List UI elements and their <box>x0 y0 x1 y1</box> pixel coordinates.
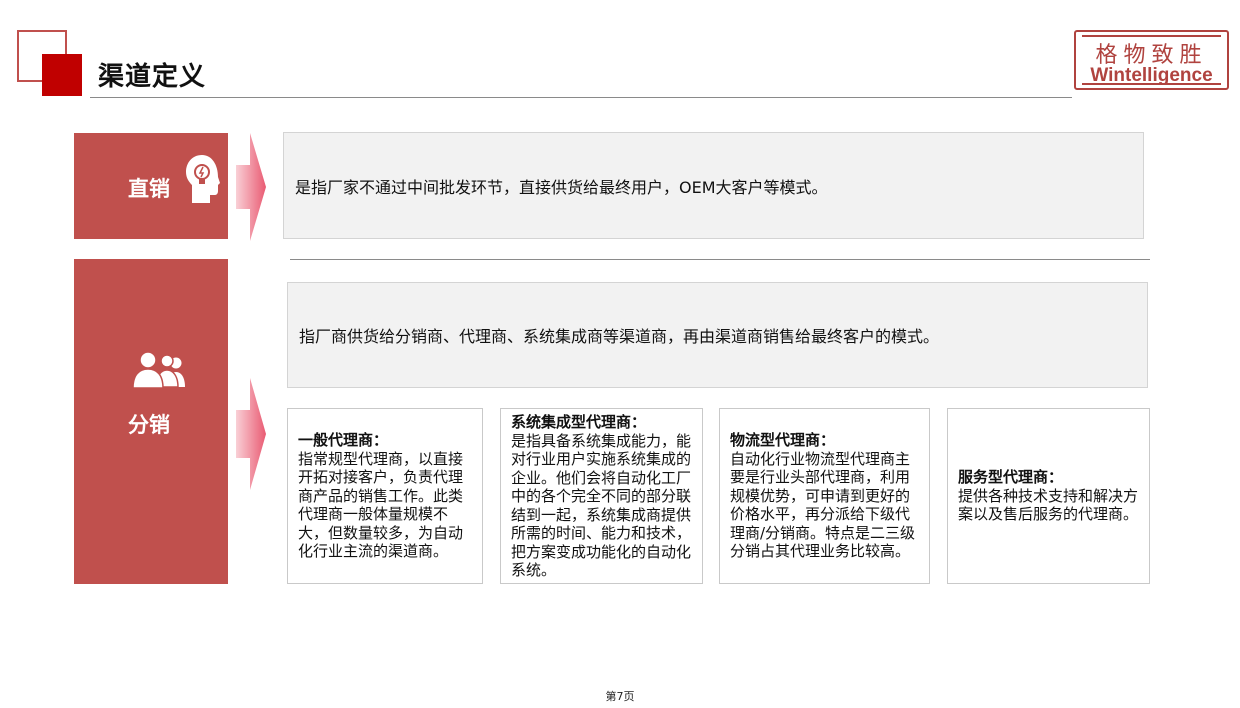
card-title: 服务型代理商： <box>958 468 1064 487</box>
title-divider <box>90 97 1072 98</box>
section-divider <box>290 259 1150 260</box>
card-title: 物流型代理商： <box>730 431 836 450</box>
direct-sales-description-text: 是指厂家不通过中间批发环节，直接供货给最终用户，OEM大客户等模式。 <box>295 177 828 197</box>
distribution-description-text: 指厂商供货给分销商、代理商、系统集成商等渠道商，再由渠道商销售给最终客户的模式。 <box>299 327 940 346</box>
direct-sales-label-box: 直销 <box>74 133 228 239</box>
chevron-right-icon <box>236 133 266 241</box>
people-group-icon <box>132 351 185 389</box>
lightbulb-head-icon <box>186 155 220 203</box>
agent-type-card-service: 服务型代理商： 提供各种技术支持和解决方案以及售后服务的代理商。 <box>947 408 1150 584</box>
card-body: 提供各种技术支持和解决方案以及售后服务的代理商。 <box>958 486 1139 524</box>
chevron-right-icon <box>236 378 266 490</box>
title-decoration-square <box>42 54 82 96</box>
distribution-label-box: 分销 <box>74 259 228 584</box>
page-number: 第7页 <box>605 690 635 703</box>
agent-type-card-general: 一般代理商： 指常规型代理商，以直接开拓对接客户，负责代理商产品的销售工作。此类… <box>287 408 483 584</box>
brand-logo: 格物致胜 Wintelligence <box>1074 30 1229 90</box>
card-body: 指常规型代理商，以直接开拓对接客户，负责代理商产品的销售工作。此类代理商一般体量… <box>298 449 464 561</box>
agent-type-card-system-integrator: 系统集成型代理商： 是指具备系统集成能力，能对行业用户实施系统集成的企业。他们会… <box>500 408 703 584</box>
distribution-label: 分销 <box>128 413 170 437</box>
card-body: 是指具备系统集成能力，能对行业用户实施系统集成的企业。他们会将自动化工厂中的各个… <box>511 431 692 580</box>
agent-type-card-logistics: 物流型代理商： 自动化行业物流型代理商主要是行业头部代理商，利用规模优势，可申请… <box>719 408 930 584</box>
card-body: 自动化行业物流型代理商主要是行业头部代理商，利用规模优势，可申请到更好的价格水平… <box>730 449 916 561</box>
card-title: 一般代理商： <box>298 431 389 450</box>
card-title: 系统集成型代理商： <box>511 413 647 431</box>
logo-bottom-bar <box>1082 83 1221 85</box>
distribution-description: 指厂商供货给分销商、代理商、系统集成商等渠道商，再由渠道商销售给最终客户的模式。 <box>287 282 1148 388</box>
page-title: 渠道定义 <box>98 62 207 92</box>
direct-sales-description: 是指厂家不通过中间批发环节，直接供货给最终用户，OEM大客户等模式。 <box>283 132 1144 239</box>
direct-sales-label: 直销 <box>128 177 170 201</box>
